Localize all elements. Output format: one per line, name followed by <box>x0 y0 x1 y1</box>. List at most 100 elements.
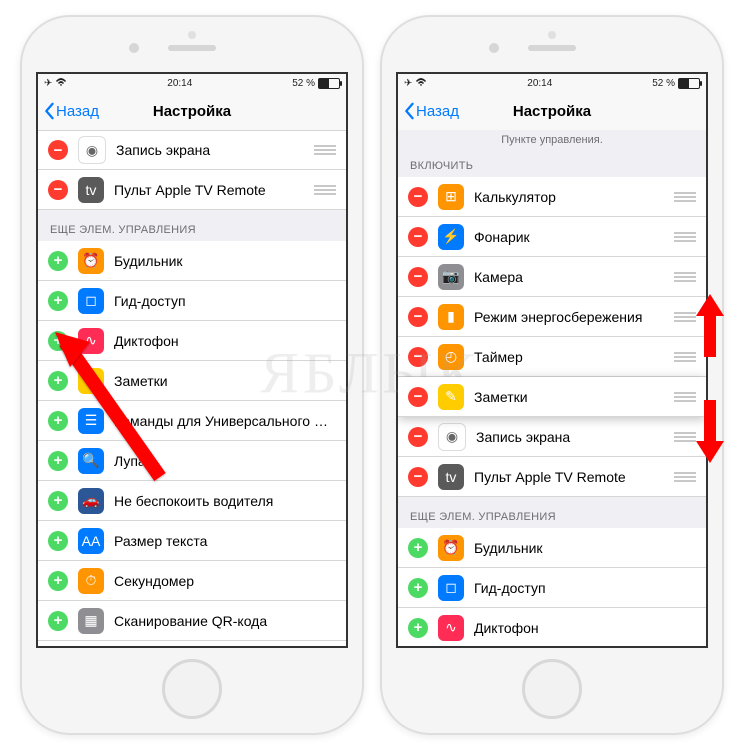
remove-button[interactable]: − <box>408 347 428 367</box>
calc-icon: ⊞ <box>438 184 464 210</box>
qr-icon: ▦ <box>78 608 104 634</box>
drag-handle-icon[interactable] <box>674 232 696 242</box>
list-row[interactable]: + AA Размер текста <box>38 521 346 561</box>
list-row[interactable]: − ⚡ Фонарик <box>398 217 706 257</box>
drag-handle-icon[interactable] <box>674 432 696 442</box>
home-button[interactable] <box>162 659 222 719</box>
add-button[interactable]: + <box>408 578 428 598</box>
remove-button[interactable]: − <box>48 140 68 160</box>
list-row[interactable]: + ∿ Диктофон <box>38 321 346 361</box>
list-row[interactable]: − ◉ Запись экрана <box>398 417 706 457</box>
list-row[interactable]: + ⏰ Будильник <box>398 528 706 568</box>
drag-handle-icon[interactable] <box>314 145 336 155</box>
add-button[interactable]: + <box>48 491 68 511</box>
remove-button[interactable]: − <box>48 180 68 200</box>
add-button[interactable]: + <box>48 251 68 271</box>
page-title: Настройка <box>38 103 346 120</box>
add-button[interactable]: + <box>48 531 68 551</box>
list-row[interactable]: + 🔍 Лупа <box>38 441 346 481</box>
list-row[interactable]: − 📷 Камера <box>398 257 706 297</box>
add-button[interactable]: + <box>48 451 68 471</box>
notes-icon: ✎ <box>438 384 464 410</box>
row-label: Не беспокоить водителя <box>114 493 336 509</box>
row-label: Камера <box>474 269 674 285</box>
magnifier-icon: 🔍 <box>78 448 104 474</box>
voice-icon: ∿ <box>438 615 464 641</box>
nav-bar: Назад Настройка <box>38 92 346 131</box>
list-row[interactable]: − ◴ Таймер <box>398 337 706 377</box>
add-button[interactable]: + <box>408 538 428 558</box>
row-label: Секундомер <box>114 573 336 589</box>
drag-handle-icon[interactable] <box>314 185 336 195</box>
car-icon: 🚗 <box>78 488 104 514</box>
add-button[interactable]: + <box>48 411 68 431</box>
list-row[interactable]: + ▦ Сканирование QR-кода <box>38 601 346 641</box>
row-label: Будильник <box>114 253 336 269</box>
stopwatch-icon: ⏱ <box>78 568 104 594</box>
drag-handle-icon[interactable] <box>674 312 696 322</box>
guided-icon: ◻ <box>78 288 104 314</box>
list-row[interactable]: + ⏰ Будильник <box>38 241 346 281</box>
add-button[interactable]: + <box>48 291 68 311</box>
list-row[interactable]: + ✎ Заметки <box>38 361 346 401</box>
list-row[interactable]: − ⊞ Калькулятор <box>398 177 706 217</box>
list-row[interactable]: − ✎ Заметки <box>398 377 706 417</box>
row-label: Заметки <box>474 389 674 405</box>
add-button[interactable]: + <box>48 571 68 591</box>
status-time: 20:14 <box>167 78 192 89</box>
section-header-include: ВКЛЮЧИТЬ <box>398 156 706 177</box>
drag-handle-icon[interactable] <box>674 472 696 482</box>
content-right[interactable]: Пункте управления.ВКЛЮЧИТЬ − ⊞ Калькулят… <box>398 130 706 646</box>
remove-button[interactable]: − <box>408 467 428 487</box>
add-button[interactable]: + <box>48 371 68 391</box>
front-camera <box>129 43 139 53</box>
content-left[interactable]: − ◉ Запись экрана − tv Пульт Apple TV Re… <box>38 130 346 646</box>
add-button[interactable]: + <box>408 618 428 638</box>
battery-percent: 52 % <box>292 78 315 89</box>
remove-button[interactable]: − <box>408 227 428 247</box>
remove-button[interactable]: − <box>408 267 428 287</box>
voice-icon: ∿ <box>78 328 104 354</box>
screen-right: ✈︎ 20:14 52 % Назад Настройка Пункте упр… <box>396 72 708 648</box>
remove-button[interactable]: − <box>408 307 428 327</box>
row-label: Гид-доступ <box>114 293 336 309</box>
list-row[interactable]: + ⏱ Секундомер <box>38 561 346 601</box>
list-row[interactable]: − ◉ Запись экрана <box>38 130 346 170</box>
list-row[interactable]: + ◻ Гид-доступ <box>38 281 346 321</box>
list-row[interactable]: − tv Пульт Apple TV Remote <box>398 457 706 497</box>
notes-icon: ✎ <box>78 368 104 394</box>
row-label: Запись экрана <box>476 429 674 445</box>
alarm-icon: ⏰ <box>438 535 464 561</box>
add-button[interactable]: + <box>48 611 68 631</box>
row-label: Пульт Apple TV Remote <box>114 182 314 198</box>
row-label: Гид-доступ <box>474 580 696 596</box>
list-row[interactable]: + 🚗 Не беспокоить водителя <box>38 481 346 521</box>
drag-handle-icon[interactable] <box>674 272 696 282</box>
front-camera <box>489 43 499 53</box>
list-row[interactable]: + ∿ Диктофон <box>398 608 706 646</box>
list-row[interactable]: + ◻ Гид-доступ <box>398 568 706 608</box>
list-row[interactable]: + ☰ Команды для Универсального дост... <box>38 401 346 441</box>
page-title: Настройка <box>398 103 706 120</box>
camera-icon: 📷 <box>438 264 464 290</box>
drag-handle-icon[interactable] <box>674 392 696 402</box>
remove-button[interactable]: − <box>408 387 428 407</box>
remove-button[interactable]: − <box>408 187 428 207</box>
status-bar: ✈︎ 20:14 52 % <box>38 74 346 92</box>
record-icon: ◉ <box>78 136 106 164</box>
row-label: Размер текста <box>114 533 336 549</box>
home-button[interactable] <box>522 659 582 719</box>
add-button[interactable]: + <box>48 331 68 351</box>
row-label: Режим энергосбережения <box>474 309 674 325</box>
tv-icon: tv <box>78 177 104 203</box>
drag-handle-icon[interactable] <box>674 192 696 202</box>
list-row[interactable]: − tv Пульт Apple TV Remote <box>38 170 346 210</box>
drag-handle-icon[interactable] <box>674 352 696 362</box>
remove-button[interactable]: − <box>408 427 428 447</box>
list-row[interactable]: − ▮ Режим энергосбережения <box>398 297 706 337</box>
airplane-icon: ✈︎ <box>44 78 52 89</box>
list-row[interactable]: + ❨ Слух <box>38 641 346 646</box>
row-label: Будильник <box>474 540 696 556</box>
nav-bar: Назад Настройка <box>398 92 706 131</box>
speaker-grille <box>168 45 216 51</box>
